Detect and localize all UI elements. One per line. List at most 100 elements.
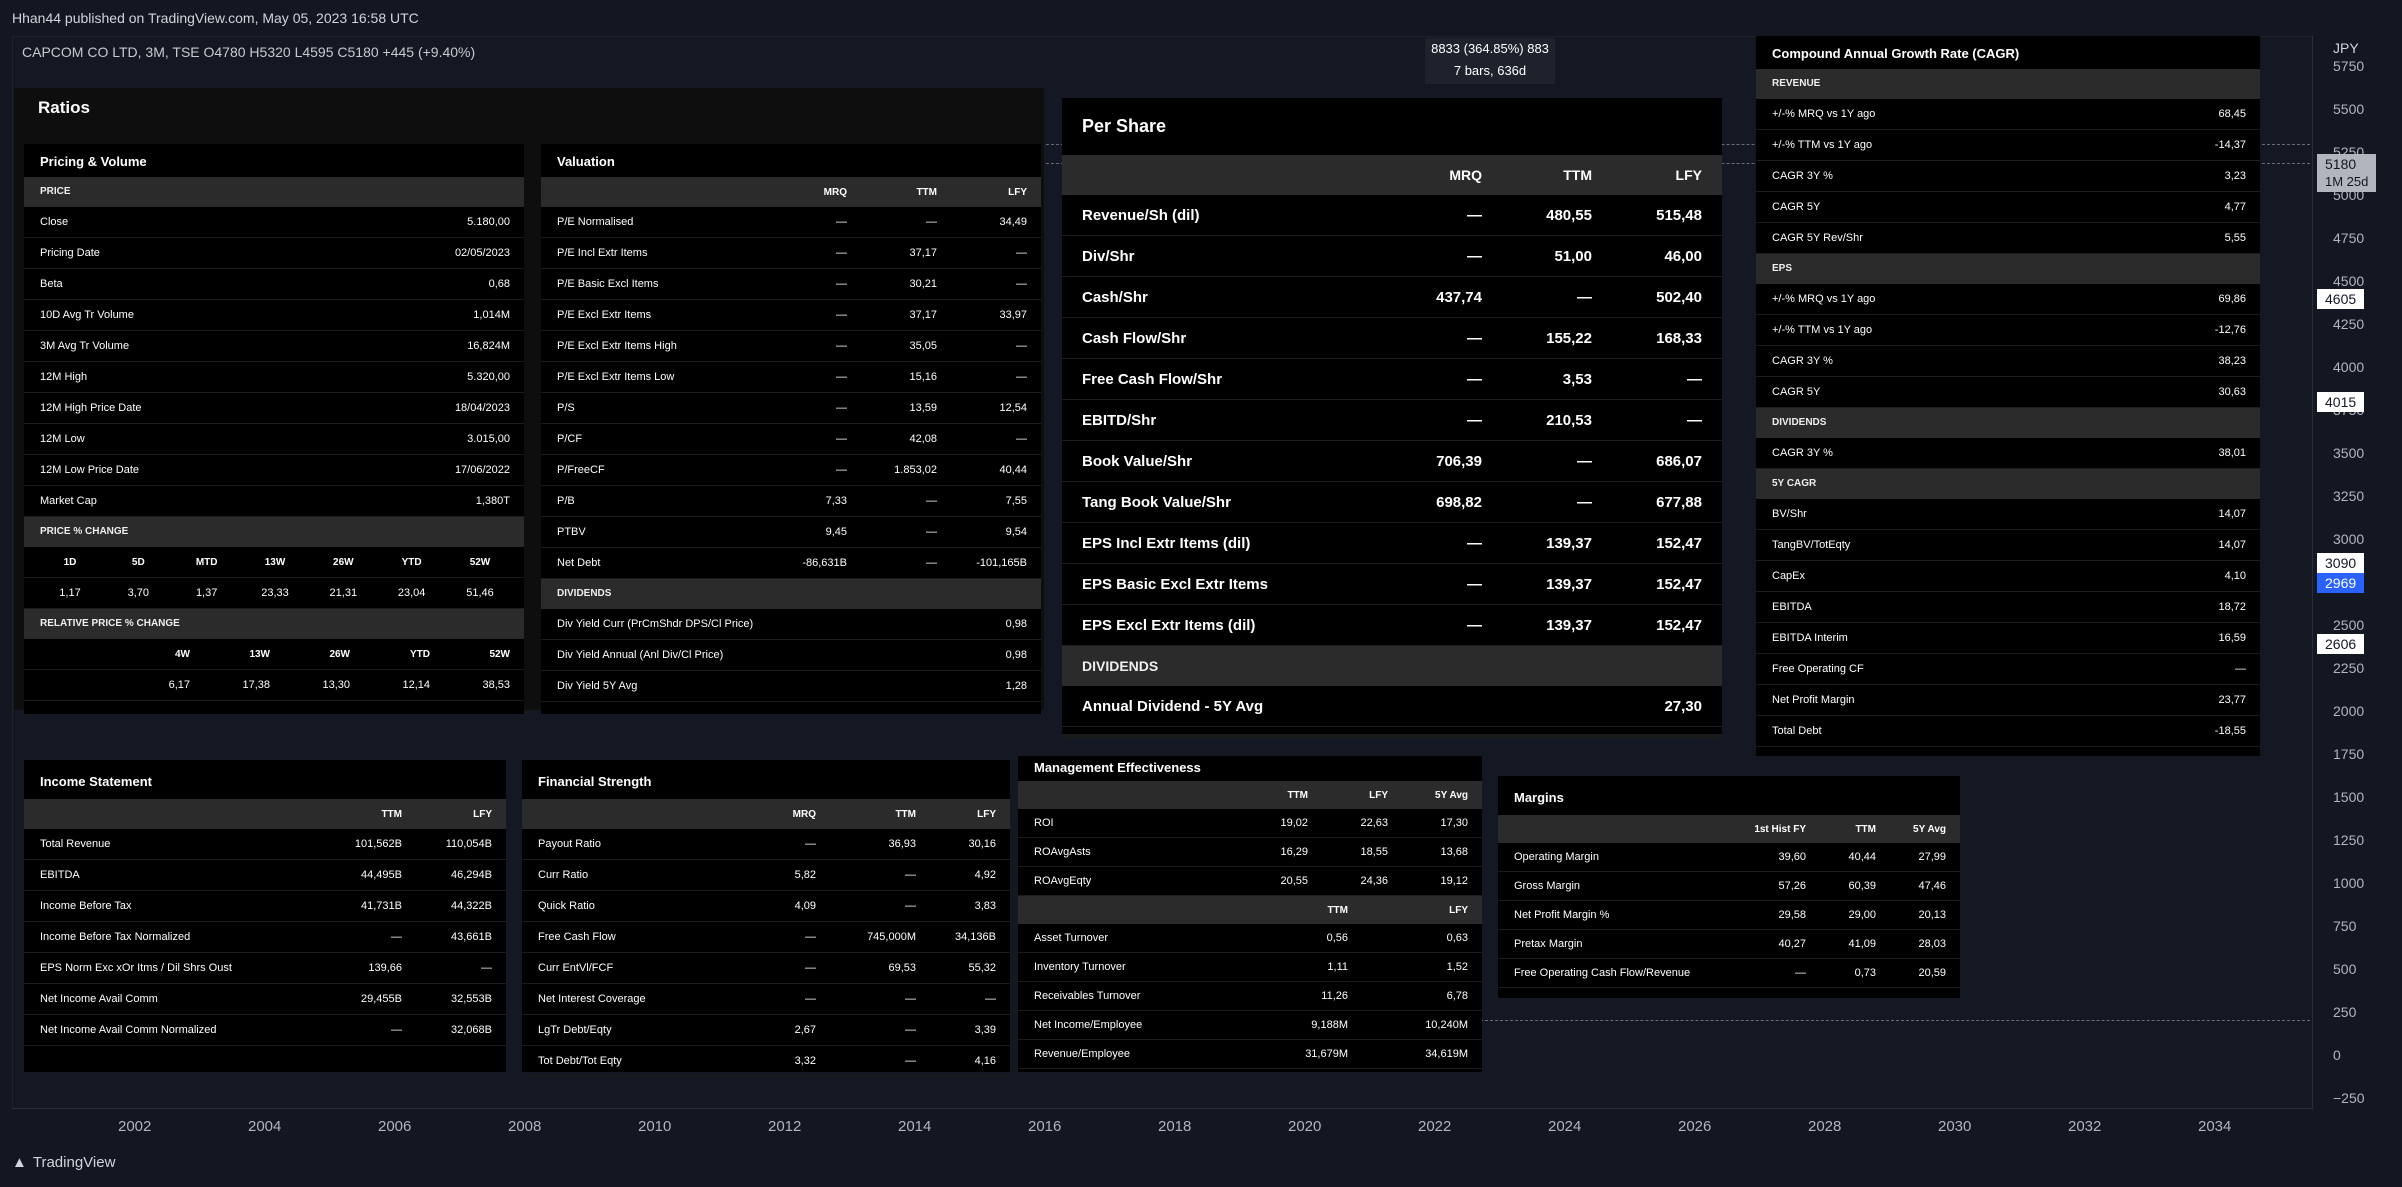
price-tick: 3500 xyxy=(2333,445,2365,461)
price-tick: 1750 xyxy=(2333,746,2365,762)
valuation-div-row: Div Yield Curr (PrCmShdr DPS/Cl Price) 0,… xyxy=(541,609,1041,640)
strength-row: LgTr Debt/Eqty 2,67 — 3,39 xyxy=(522,1015,1010,1046)
margins-row-b: 29,00 xyxy=(1848,909,1876,921)
margins-header-col: 1st Hist FY xyxy=(1754,823,1806,835)
strength-row-b: — xyxy=(905,1055,916,1067)
cagr-row-label: CAGR 3Y % xyxy=(1772,355,1833,367)
cagr-row: EBITDA 18,72 xyxy=(1756,592,2260,623)
cagr-row: CapEx 4,10 xyxy=(1756,561,2260,592)
rel-header: 4W 13W 26W YTD 52W xyxy=(24,639,524,670)
price-axis[interactable]: JPY 575055005250500047504500425040003750… xyxy=(2312,36,2402,1108)
per-share-row-b: — xyxy=(1577,288,1592,306)
cagr-row: CAGR 3Y % 38,23 xyxy=(1756,346,2260,377)
cagr-row-value: 14,07 xyxy=(2218,508,2246,520)
valuation-row-a: — xyxy=(836,371,847,383)
mgmt-row2-a: 1,11 xyxy=(1327,961,1348,973)
margins-row-b: 40,44 xyxy=(1848,851,1876,863)
strength-row-a: — xyxy=(805,962,816,974)
mgmt-row2: Inventory Turnover 1,11 1,52 xyxy=(1018,953,1482,982)
per-share-row-c: 502,40 xyxy=(1656,288,1702,306)
income-row-b: 46,294B xyxy=(451,869,492,881)
per-share-row: Cash Flow/Shr — 155,22 168,33 xyxy=(1062,318,1722,359)
cagr-row-value: -14,37 xyxy=(2214,139,2246,151)
strength-row-b: — xyxy=(905,900,916,912)
margins-row-b: 60,39 xyxy=(1848,880,1876,892)
price-tick: 3000 xyxy=(2333,531,2365,547)
per-share-row-b: 139,37 xyxy=(1546,534,1592,552)
time-tick: 2028 xyxy=(1808,1118,1842,1135)
margins-title: Margins xyxy=(1514,790,1564,805)
cagr-row-label: EBITDA Interim xyxy=(1772,632,1848,644)
pct-header: 1D 5D MTD 13W 26W YTD 52W xyxy=(24,547,524,578)
pricing-row: 3M Avg Tr Volume 16,824M xyxy=(24,331,524,362)
mgmt-row-c: 17,30 xyxy=(1440,817,1468,829)
mgmt-row2: Net Income/Employee 9,188M 10,240M xyxy=(1018,1011,1482,1040)
per-share-row-b: 155,22 xyxy=(1546,329,1592,347)
valuation-row-c: -101,165B xyxy=(976,557,1027,569)
valuation-row-label: P/CF xyxy=(557,433,583,445)
strength-row-c: 34,136B xyxy=(955,931,996,943)
strength-row-c: 4,92 xyxy=(974,869,996,881)
pricing-title: Pricing & Volume xyxy=(40,154,147,169)
income-row-a: 44,495B xyxy=(361,869,402,881)
cagr-row: +/-% TTM vs 1Y ago -14,37 xyxy=(1756,130,2260,161)
strength-row: Curr EntVl/FCF — 69,53 55,32 xyxy=(522,953,1010,984)
time-axis[interactable]: 2002 2004 2006 2008 2010 2012 2014 2016 2018 2020… xyxy=(12,1108,2312,1145)
pricing-row-label: 12M High Price Date xyxy=(40,402,142,414)
valuation-header-col: TTM xyxy=(916,186,937,198)
cagr-row: +/-% MRQ vs 1Y ago 69,86 xyxy=(1756,284,2260,315)
cagr-row: Free Operating CF — xyxy=(1756,654,2260,685)
valuation-row-c: 9,54 xyxy=(1005,526,1027,538)
price-tick: 1250 xyxy=(2333,832,2365,848)
valuation-row: P/E Excl Extr Items Low — 15,16 — xyxy=(541,362,1041,393)
valuation-row-a: — xyxy=(836,309,847,321)
income-title: Income Statement xyxy=(40,774,152,789)
margins-row-c: 20,59 xyxy=(1918,967,1946,979)
valuation-row-b: 37,17 xyxy=(909,309,937,321)
mgmt-header-col: 5Y Avg xyxy=(1435,789,1468,801)
per-share-row-c: 152,47 xyxy=(1656,534,1702,552)
income-header: TTM LFY xyxy=(24,799,506,829)
brand-name: TradingView xyxy=(32,1154,116,1171)
rel-header-col: 13W xyxy=(249,648,270,660)
price-change-section: PRICE % CHANGE xyxy=(24,517,524,547)
per-share-row-b: 51,00 xyxy=(1554,247,1592,265)
pct-header-cell: MTD xyxy=(195,556,218,568)
price-tick: 0 xyxy=(2333,1047,2341,1063)
cagr-row-label: +/-% MRQ vs 1Y ago xyxy=(1772,108,1876,120)
income-row-b: 44,322B xyxy=(451,900,492,912)
cagr-row-label: TangBV/TotEqty xyxy=(1772,539,1851,551)
publish-info: Hhan44 published on TradingView.com, May… xyxy=(12,10,419,26)
margins-header-col: 5Y Avg xyxy=(1913,823,1946,835)
valuation-row-label: P/FreeCF xyxy=(557,464,605,476)
mgmt-row2-label: Receivables Turnover xyxy=(1034,990,1141,1002)
per-share-row: EPS Incl Extr Items (dil) — 139,37 152,47 xyxy=(1062,523,1722,564)
time-tick: 2022 xyxy=(1418,1118,1452,1135)
strength-row-b: — xyxy=(905,993,916,1005)
strength-row: Free Cash Flow — 745,000M 34,136B xyxy=(522,922,1010,953)
mgmt-row2-b: 10,240M xyxy=(1425,1019,1468,1031)
valuation-row-b: 42,08 xyxy=(909,433,937,445)
margins-row: Operating Margin 39,60 40,44 27,99 xyxy=(1498,843,1960,872)
pct-header-cell: 26W xyxy=(333,556,354,568)
valuation-row: P/S — 13,59 12,54 xyxy=(541,393,1041,424)
per-share-row-a: — xyxy=(1467,247,1482,265)
pct-value-cell: 51,46 xyxy=(466,587,494,599)
annual-dividend-value: 27,30 xyxy=(1664,697,1702,715)
strength-row-label: Tot Debt/Tot Eqty xyxy=(538,1055,622,1067)
time-tick: 2016 xyxy=(1028,1118,1062,1135)
valuation-row-label: P/E Excl Extr Items Low xyxy=(557,371,675,383)
strength-row-b: 745,000M xyxy=(867,931,916,943)
symbol-legend[interactable]: CAPCOM CO LTD, 3M, TSE O4780 H5320 L4595… xyxy=(22,44,475,60)
tradingview-logo[interactable]: ▲ TradingView xyxy=(12,1154,115,1171)
strength-row-a: 3,32 xyxy=(794,1055,816,1067)
margins-row-b: 41,09 xyxy=(1848,938,1876,950)
mgmt-header-col: TTM xyxy=(1287,789,1308,801)
strength-row-a: 2,67 xyxy=(794,1024,816,1036)
per-share-row-label: EPS Excl Extr Items (dil) xyxy=(1082,616,1256,634)
cagr-row-value: 16,59 xyxy=(2218,632,2246,644)
per-share-row: Cash/Shr 437,74 — 502,40 xyxy=(1062,277,1722,318)
valuation-header-col: MRQ xyxy=(823,186,847,198)
cagr-row-value: 14,07 xyxy=(2218,539,2246,551)
pricing-row: Close 5.180,00 xyxy=(24,207,524,238)
